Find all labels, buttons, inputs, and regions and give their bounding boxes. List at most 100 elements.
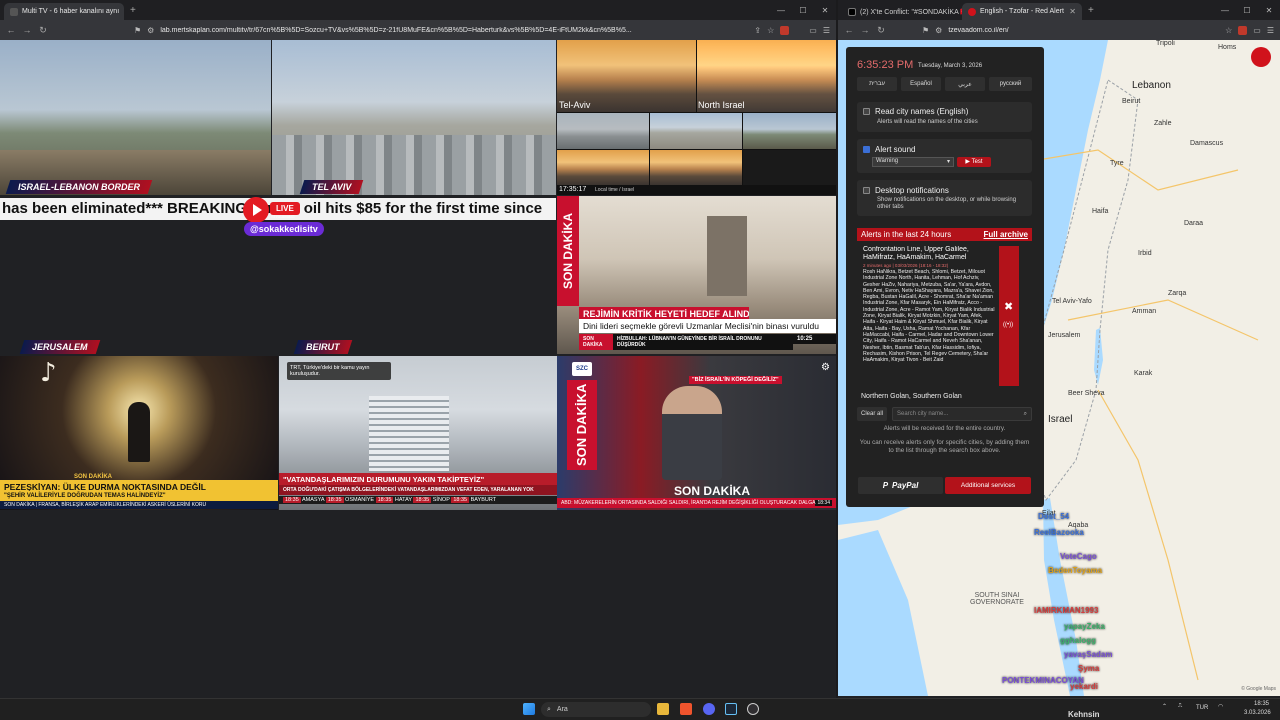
map-label-damascus: Damascus: [1190, 140, 1224, 147]
full-archive-link[interactable]: Full archive: [984, 230, 1028, 239]
video-szc[interactable]: SZC SON DAKİKA "BİZ İSRAİL'İN KÖPEĞİ DEĞ…: [557, 356, 836, 510]
back-icon[interactable]: ←: [6, 25, 16, 35]
sidebar-icon[interactable]: ▭: [1253, 26, 1261, 35]
tab-red-alert[interactable]: English - Tzofar - Red Alert ✕: [962, 3, 1082, 20]
trt-city-3: SİNOP: [432, 497, 450, 503]
menu-icon[interactable]: ☰: [1267, 26, 1274, 35]
chat-user: Dost_54: [1038, 512, 1070, 521]
video-beirut[interactable]: [272, 222, 556, 355]
lang-spanish-button[interactable]: Español: [901, 77, 941, 91]
url-field[interactable]: lab.mertskaplan.com/multitv/tr/67cn%5B%5…: [160, 27, 748, 34]
channel-handle: @sokakkedisitv: [244, 222, 324, 236]
paypal-button[interactable]: P PayPal: [858, 477, 943, 494]
discord-icon[interactable]: [703, 703, 715, 715]
back-icon[interactable]: ←: [844, 25, 854, 35]
desktop-notifications-checkbox[interactable]: [863, 187, 870, 194]
share-icon[interactable]: ⇪: [754, 26, 761, 35]
settings-gear-icon[interactable]: ⚙: [821, 362, 830, 373]
sidebar-icon[interactable]: ▭: [809, 26, 817, 35]
bookmark-icon[interactable]: ⚑: [134, 26, 141, 35]
reload-icon[interactable]: ↻: [38, 25, 48, 36]
test-sound-button[interactable]: ▶ Test: [957, 157, 991, 167]
chat-user: Şyma: [1078, 664, 1100, 673]
cam-label-tel-aviv: Tel-Aviv: [559, 100, 591, 110]
star-icon[interactable]: ☆: [767, 26, 774, 35]
lang-arabic-button[interactable]: عربي: [945, 77, 985, 91]
alert-sound-checkbox[interactable]: [863, 146, 870, 153]
video-son-dakika-1[interactable]: SON DAKİKA REJİMİN KRİTİK HEYETİ HEDEF A…: [557, 196, 836, 354]
brave-icon[interactable]: [680, 703, 692, 715]
right-address-bar: ← → ↻ ⚑ ⚙ tzevaadom.co.il/en/ ☆ ▭ ☰: [838, 20, 1280, 40]
tab-multitv[interactable]: Multi TV - 6 haber kanalını aynı ✕: [4, 3, 124, 20]
alert-list-item[interactable]: Confrontation Line, Upper Galilee, HaMif…: [863, 246, 1018, 386]
video-tel-aviv[interactable]: TEL AVIV: [272, 40, 556, 195]
star-icon[interactable]: ☆: [1225, 26, 1232, 35]
additional-services-button[interactable]: Additional services: [945, 477, 1031, 494]
map-label-haifa: Haifa: [1092, 208, 1109, 215]
map-user-avatar[interactable]: [1251, 47, 1271, 67]
close-window-icon[interactable]: ✕: [1258, 6, 1280, 15]
paypal-label: PayPal: [892, 481, 919, 490]
wifi-icon[interactable]: ◠: [1218, 703, 1223, 710]
maximize-icon[interactable]: ☐: [1236, 6, 1258, 15]
chat-user: ReelBazooka: [1034, 528, 1084, 537]
video-concert[interactable]: ♪ SON DAKİKA PEZEŞKİYAN: ÜLKE DURMA NOKT…: [0, 356, 278, 510]
video-multi-camera[interactable]: Tel-Aviv North Israel 17:35:17 Local tim…: [557, 40, 836, 195]
steam-icon[interactable]: [725, 703, 737, 715]
maximize-icon[interactable]: ☐: [792, 6, 814, 15]
brave-shield-icon[interactable]: [780, 25, 790, 35]
chevron-up-icon[interactable]: ⌃: [1162, 703, 1167, 710]
alert-sound-option[interactable]: Alert sound Warning ▾ ▶ Test: [857, 139, 1032, 173]
map-label-tripoli: Tripoli: [1156, 40, 1175, 47]
reload-icon[interactable]: ↻: [876, 25, 886, 36]
alerts-header-title: Alerts in the last 24 hours: [861, 230, 952, 239]
desktop-notifications-option[interactable]: Desktop notifications Show notifications…: [857, 180, 1032, 216]
next-alert-title[interactable]: Northern Golan, Southern Golan: [861, 393, 962, 400]
bookmark-icon[interactable]: ⚑: [922, 26, 929, 35]
video-jerusalem[interactable]: [0, 222, 271, 355]
clock-date[interactable]: 3.03.2026: [1244, 710, 1271, 716]
tab-title: English - Tzofar - Red Alert: [980, 8, 1064, 15]
file-explorer-icon[interactable]: [657, 703, 669, 715]
clock-time[interactable]: 18:35: [1254, 701, 1269, 707]
url-field[interactable]: tzevaadom.co.il/en/: [948, 27, 1219, 34]
video-israel-lebanon-border[interactable]: ISRAEL-LEBANON BORDER: [0, 40, 271, 195]
lang-hebrew-button[interactable]: עברית: [857, 77, 897, 91]
new-tab-button[interactable]: +: [124, 5, 142, 16]
search-icon: ⌕: [547, 705, 551, 713]
minimize-icon[interactable]: —: [770, 6, 792, 15]
video-trt[interactable]: TRT, Türkiye'deki bir kamu yayın kuruluş…: [279, 356, 557, 510]
read-city-names-checkbox[interactable]: [863, 108, 870, 115]
trt-time-4: 18:35: [451, 497, 470, 503]
brave-shield-icon[interactable]: [1238, 25, 1248, 35]
windows-start-icon[interactable]: [523, 703, 535, 715]
camera-label-jerusalem: JERUSALEM: [19, 340, 100, 354]
site-info-icon[interactable]: ⚙: [935, 26, 942, 35]
close-window-icon[interactable]: ✕: [814, 6, 836, 15]
tab-x-conflict[interactable]: (2) X'te Conflict: "#SONDAKİKA 🇹🇷: [842, 3, 962, 20]
forward-icon[interactable]: →: [22, 25, 32, 35]
read-city-names-option[interactable]: Read city names (English) Alerts will re…: [857, 102, 1032, 132]
taskbar-search[interactable]: ⌕ Ara: [541, 702, 651, 717]
map-label-jerusalem: Jerusalem: [1048, 332, 1081, 339]
szc-logo: SZC: [572, 362, 592, 376]
left-browser-window: Multi TV - 6 haber kanalını aynı ✕ + — ☐…: [0, 0, 836, 698]
language-indicator[interactable]: TUR: [1196, 705, 1208, 711]
lang-russian-button[interactable]: русский: [989, 77, 1032, 91]
search-icon[interactable]: ⌕: [1024, 411, 1027, 418]
menu-icon[interactable]: ☰: [823, 26, 830, 35]
sound-select[interactable]: Warning ▾: [872, 157, 954, 167]
clear-all-button[interactable]: Clear all: [857, 407, 887, 421]
chat-user: IAMIRKMAN1993: [1034, 606, 1099, 615]
map-label-beer-sheva: Beer Sheva: [1068, 390, 1105, 397]
obs-icon[interactable]: [747, 703, 759, 715]
new-tab-button[interactable]: +: [1082, 5, 1100, 16]
city-search-input[interactable]: Search city name... ⌕: [892, 407, 1032, 421]
live-play-icon[interactable]: [243, 197, 269, 223]
site-info-icon[interactable]: ⚙: [147, 26, 154, 35]
network-icon[interactable]: ⎍: [1178, 703, 1182, 710]
close-tab-icon[interactable]: ✕: [1069, 7, 1076, 16]
forward-icon[interactable]: →: [860, 25, 870, 35]
trt-time-2: 18:35: [375, 497, 394, 503]
minimize-icon[interactable]: —: [1214, 6, 1236, 15]
